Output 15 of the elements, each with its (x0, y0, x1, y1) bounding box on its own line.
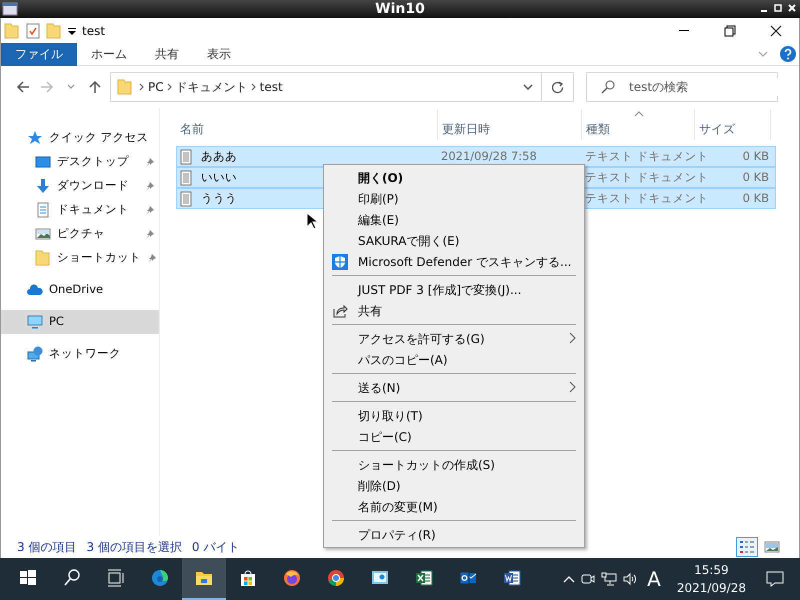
size-cell-text: 0 KB (742, 191, 770, 206)
window-title: Win10 (375, 0, 425, 18)
window-title: test (82, 22, 106, 40)
selection-size: 0 バイト (192, 539, 240, 556)
file-name: いいい (200, 170, 238, 184)
selection-count: 3 個の項目を選択 (86, 539, 182, 556)
size-cell-text: 0 KB (742, 149, 770, 164)
size-cell-text: 0 KB (742, 170, 770, 184)
file-name: あああ (200, 149, 238, 164)
type-cell-text: テキスト ドキュメント (584, 191, 710, 206)
item-count: 3 個の項目 (17, 539, 76, 556)
type-cell-text: テキスト ドキュメント (584, 149, 710, 164)
date-cell-text: 2021/09/28 7:58 (440, 149, 538, 164)
type-cell-text: テキスト ドキュメント (584, 170, 710, 184)
file-name: ううう (200, 191, 238, 206)
